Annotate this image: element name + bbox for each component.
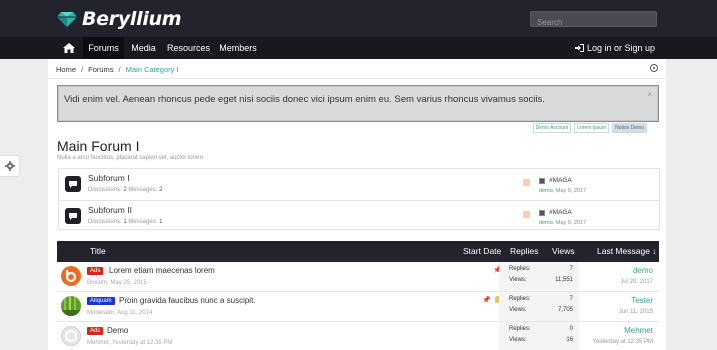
avatar[interactable] <box>61 296 81 316</box>
last-message-date[interactable]: Yesterday at 12:35 PM <box>593 339 653 345</box>
column-replies[interactable]: Replies <box>510 241 538 262</box>
list-item: Subforum I Discussions: 2 Messages: 2 #M… <box>59 169 659 199</box>
breadcrumb: Home / Forums / Main Category I <box>56 65 179 74</box>
breadcrumb-separator: / <box>81 65 84 74</box>
site-logo[interactable]: Beryllium <box>57 6 182 32</box>
page-description: Nulla a arcu faucibus, placerat sapien v… <box>57 155 204 161</box>
login-icon <box>574 44 584 52</box>
thread-stats: Replies: 7 Views: 7,705 <box>499 292 579 321</box>
gear-icon <box>4 161 15 171</box>
thread-meta: Brixium, May 25, 2015 <box>87 280 147 286</box>
logo-text: Beryllium <box>82 8 182 30</box>
avatar[interactable] <box>61 266 81 286</box>
home-icon[interactable] <box>63 42 75 54</box>
column-start-date[interactable]: Start Date <box>463 241 501 262</box>
last-message-date[interactable]: Jun 11, 2015 <box>619 309 653 315</box>
style-chooser-tab[interactable] <box>0 155 20 177</box>
thread-thumbnail-icon <box>539 178 545 184</box>
thread-stats: Replies: 0 Views: 16 <box>499 322 579 350</box>
breadcrumb-toggle-icon[interactable] <box>650 64 658 72</box>
last-message-user[interactable]: Mehmet <box>593 326 653 335</box>
thread-title[interactable]: Demo <box>107 326 128 335</box>
nav-bar: Forums Media Resources Members Log in or… <box>0 37 717 59</box>
thread-prefix-label[interactable]: Ads <box>87 267 104 275</box>
forum-chat-icon <box>65 176 81 192</box>
nav-media[interactable]: Media <box>126 37 161 59</box>
breadcrumb-forums[interactable]: Forums <box>88 65 113 74</box>
notice-tab-demo-account[interactable]: Demo Account <box>532 123 572 133</box>
notice-tab-notice-demo[interactable]: Notice Demo <box>612 123 647 133</box>
latest-thread-title[interactable]: #MAGA <box>549 177 572 184</box>
breadcrumb-home[interactable]: Home <box>56 65 76 74</box>
thread-list-header: Title Start Date Replies Views Last Mess… <box>57 241 659 262</box>
search-input[interactable] <box>531 15 656 30</box>
nav-members[interactable]: Members <box>216 37 260 59</box>
thread-meta: Mehmet, Yesterday at 12:35 PM <box>87 340 173 346</box>
latest-thread-title[interactable]: #MAGA <box>549 209 572 216</box>
rss-icon[interactable] <box>523 179 530 186</box>
notice-tab-lorem-ipsum[interactable]: Lorem ipsum <box>574 123 610 133</box>
last-message-user[interactable]: Tester <box>619 296 653 305</box>
latest-thread-meta: demo, May 9, 2017 <box>539 188 587 194</box>
thread-stats: Replies: 7 Views: 11,551 <box>499 262 579 291</box>
last-message-user[interactable]: demo <box>620 266 653 275</box>
thread-prefix-label[interactable]: Aliquam <box>87 297 115 305</box>
table-row: Ads Demo Mehmet, Yesterday at 12:35 PM R… <box>57 322 659 350</box>
thread-thumbnail-icon <box>539 210 545 216</box>
avatar[interactable] <box>61 326 81 346</box>
notice-close-icon[interactable]: × <box>647 90 652 99</box>
login-text: Log in or Sign up <box>586 43 655 53</box>
subforum-title[interactable]: Subforum I <box>88 173 130 183</box>
forum-chat-icon <box>65 208 81 224</box>
thread-title[interactable]: Lorem etiam maecenas lorem <box>109 266 215 275</box>
latest-thread-meta: demo, May 9, 2017 <box>539 220 587 226</box>
thread-title[interactable]: Proin gravida faucibus nunc a suscipit. <box>119 296 256 305</box>
subforum-list: Subforum I Discussions: 2 Messages: 2 #M… <box>58 168 660 230</box>
search-box[interactable] <box>530 11 657 30</box>
breadcrumb-current[interactable]: Main Category I <box>126 65 179 74</box>
column-last-message[interactable]: Last Message ↓ <box>597 241 657 262</box>
last-message: demo Jul 20, 2017 <box>620 266 653 285</box>
gem-icon <box>57 12 77 27</box>
last-message: Tester Jun 11, 2015 <box>619 296 653 315</box>
rss-icon[interactable] <box>523 211 530 218</box>
column-views[interactable]: Views <box>552 241 575 262</box>
page-title: Main Forum I <box>57 138 140 154</box>
login-link[interactable]: Log in or Sign up <box>574 37 655 59</box>
top-bar: Beryllium <box>0 0 717 37</box>
thread-meta: Moderator, Aug 11, 2014 <box>87 310 153 316</box>
nav-resources[interactable]: Resources <box>163 37 214 59</box>
list-item: Subforum II Discussions: 1 Messages: 1 #… <box>59 200 659 230</box>
main-content: Home / Forums / Main Category I Vidi eni… <box>48 59 666 350</box>
breadcrumb-separator: / <box>118 65 121 74</box>
table-row: Ads Lorem etiam maecenas lorem Brixium, … <box>57 262 659 292</box>
notice-text: Vidi enim vel. Aenean rhoncus pede eget … <box>64 94 545 105</box>
column-title[interactable]: Title <box>90 241 106 262</box>
last-message: Mehmet Yesterday at 12:35 PM <box>593 326 653 345</box>
pin-icon: 📌 <box>482 297 491 304</box>
last-message-date[interactable]: Jul 20, 2017 <box>620 279 653 285</box>
subforum-stats: Discussions: 1 Messages: 1 <box>88 219 163 225</box>
table-row: Aliquam Proin gravida faucibus nunc a su… <box>57 292 659 322</box>
divider <box>48 78 666 79</box>
nav-forums[interactable]: Forums <box>83 37 124 59</box>
subforum-title[interactable]: Subforum II <box>88 205 132 215</box>
subforum-stats: Discussions: 2 Messages: 2 <box>88 187 163 193</box>
notice-box: Vidi enim vel. Aenean rhoncus pede eget … <box>57 85 659 122</box>
notice-tabs: Demo Account Lorem ipsum Notice Demo <box>532 123 647 133</box>
thread-prefix-label[interactable]: Ads <box>87 327 104 335</box>
